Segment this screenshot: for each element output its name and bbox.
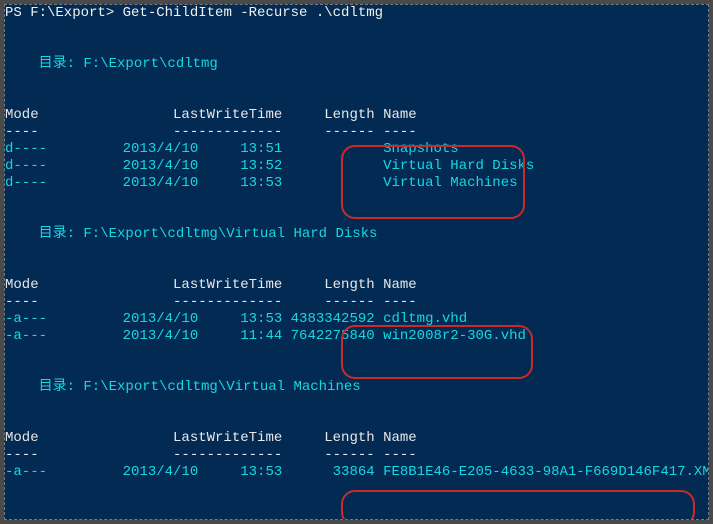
blank-line xyxy=(5,73,708,90)
blank-line xyxy=(5,243,708,260)
table-row: -a--- 2013/4/10 13:53 33864 FE8B1E46-E20… xyxy=(5,464,708,481)
row-date: 2013/4/10 xyxy=(114,141,198,157)
dir-line: 目录: F:\Export\cdltmg\Virtual Hard Disks xyxy=(5,226,708,243)
row-mode: d---- xyxy=(5,141,114,157)
row-time: 13:53 xyxy=(198,311,282,327)
table-row: d---- 2013/4/10 13:52 Virtual Hard Disks xyxy=(5,158,708,175)
blank-line xyxy=(5,39,708,56)
row-time: 13:53 xyxy=(198,175,282,191)
table-row: d---- 2013/4/10 13:51 Snapshots xyxy=(5,141,708,158)
row-length xyxy=(282,141,374,157)
col-length: Length xyxy=(282,430,374,446)
blank-line xyxy=(5,209,708,226)
blank-line xyxy=(5,90,708,107)
div-mode: ---- xyxy=(5,124,114,140)
column-header: Mode LastWriteTime Length Name xyxy=(5,430,708,447)
col-name: Name xyxy=(383,277,417,293)
div-lwt: ------------- xyxy=(114,124,282,140)
column-divider: ---- ------------- ------ ---- xyxy=(5,124,708,141)
col-name: Name xyxy=(383,107,417,123)
blank-line xyxy=(5,396,708,413)
col-mode: Mode xyxy=(5,107,114,123)
col-mode: Mode xyxy=(5,430,114,446)
table-row: -a--- 2013/4/10 11:44 7642275840 win2008… xyxy=(5,328,708,345)
prompt-prefix: PS F:\Export> xyxy=(5,5,123,21)
row-name: cdltmg.vhd xyxy=(383,311,467,327)
row-time: 13:52 xyxy=(198,158,282,174)
row-date: 2013/4/10 xyxy=(114,311,198,327)
div-length: ------ xyxy=(282,124,374,140)
div-lwt: ------------- xyxy=(114,447,282,463)
row-name: Snapshots xyxy=(383,141,459,157)
row-mode: d---- xyxy=(5,175,114,191)
dir-line: 目录: F:\Export\cdltmg\Virtual Machines xyxy=(5,379,708,396)
row-length: 7642275840 xyxy=(282,328,374,344)
row-time: 11:44 xyxy=(198,328,282,344)
screenshot-frame: PS F:\Export> Get-ChildItem -Recurse .\c… xyxy=(4,4,709,520)
row-date: 2013/4/10 xyxy=(114,464,198,480)
row-length: 4383342592 xyxy=(282,311,374,327)
div-name: ---- xyxy=(383,124,417,140)
column-header: Mode LastWriteTime Length Name xyxy=(5,277,708,294)
div-name: ---- xyxy=(383,447,417,463)
col-lwt: LastWriteTime xyxy=(114,107,282,123)
table-row: d---- 2013/4/10 13:53 Virtual Machines xyxy=(5,175,708,192)
blank-line xyxy=(5,362,708,379)
prompt-line[interactable]: PS F:\Export> Get-ChildItem -Recurse .\c… xyxy=(5,5,708,22)
col-mode: Mode xyxy=(5,277,114,293)
row-time: 13:51 xyxy=(198,141,282,157)
annotation-highlight xyxy=(341,490,695,520)
table-row: -a--- 2013/4/10 13:53 4383342592 cdltmg.… xyxy=(5,311,708,328)
row-time: 13:53 xyxy=(198,464,282,480)
col-lwt: LastWriteTime xyxy=(114,277,282,293)
col-length: Length xyxy=(282,277,374,293)
blank-line xyxy=(5,413,708,430)
row-name: Virtual Hard Disks xyxy=(383,158,534,174)
row-name: FE8B1E46-E205-4633-98A1-F669D146F417.XML xyxy=(383,464,709,480)
div-length: ------ xyxy=(282,447,374,463)
command-text: Get-ChildItem -Recurse .\cdltmg xyxy=(123,5,383,21)
div-length: ------ xyxy=(282,294,374,310)
row-length xyxy=(282,175,374,191)
row-mode: -a--- xyxy=(5,311,114,327)
row-mode: -a--- xyxy=(5,328,114,344)
row-name: Virtual Machines xyxy=(383,175,517,191)
blank-line xyxy=(5,22,708,39)
row-mode: d---- xyxy=(5,158,114,174)
row-mode: -a--- xyxy=(5,464,114,480)
row-date: 2013/4/10 xyxy=(114,158,198,174)
col-lwt: LastWriteTime xyxy=(114,430,282,446)
row-name: win2008r2-30G.vhd xyxy=(383,328,526,344)
col-name: Name xyxy=(383,430,417,446)
row-length: 33864 xyxy=(282,464,374,480)
column-divider: ---- ------------- ------ ---- xyxy=(5,294,708,311)
div-mode: ---- xyxy=(5,294,114,310)
div-mode: ---- xyxy=(5,447,114,463)
row-length xyxy=(282,158,374,174)
blank-line xyxy=(5,345,708,362)
blank-line xyxy=(5,260,708,277)
powershell-terminal[interactable]: PS F:\Export> Get-ChildItem -Recurse .\c… xyxy=(5,5,708,481)
row-date: 2013/4/10 xyxy=(114,175,198,191)
row-date: 2013/4/10 xyxy=(114,328,198,344)
dir-line: 目录: F:\Export\cdltmg xyxy=(5,56,708,73)
div-lwt: ------------- xyxy=(114,294,282,310)
col-length: Length xyxy=(282,107,374,123)
column-divider: ---- ------------- ------ ---- xyxy=(5,447,708,464)
column-header: Mode LastWriteTime Length Name xyxy=(5,107,708,124)
div-name: ---- xyxy=(383,294,417,310)
blank-line xyxy=(5,192,708,209)
